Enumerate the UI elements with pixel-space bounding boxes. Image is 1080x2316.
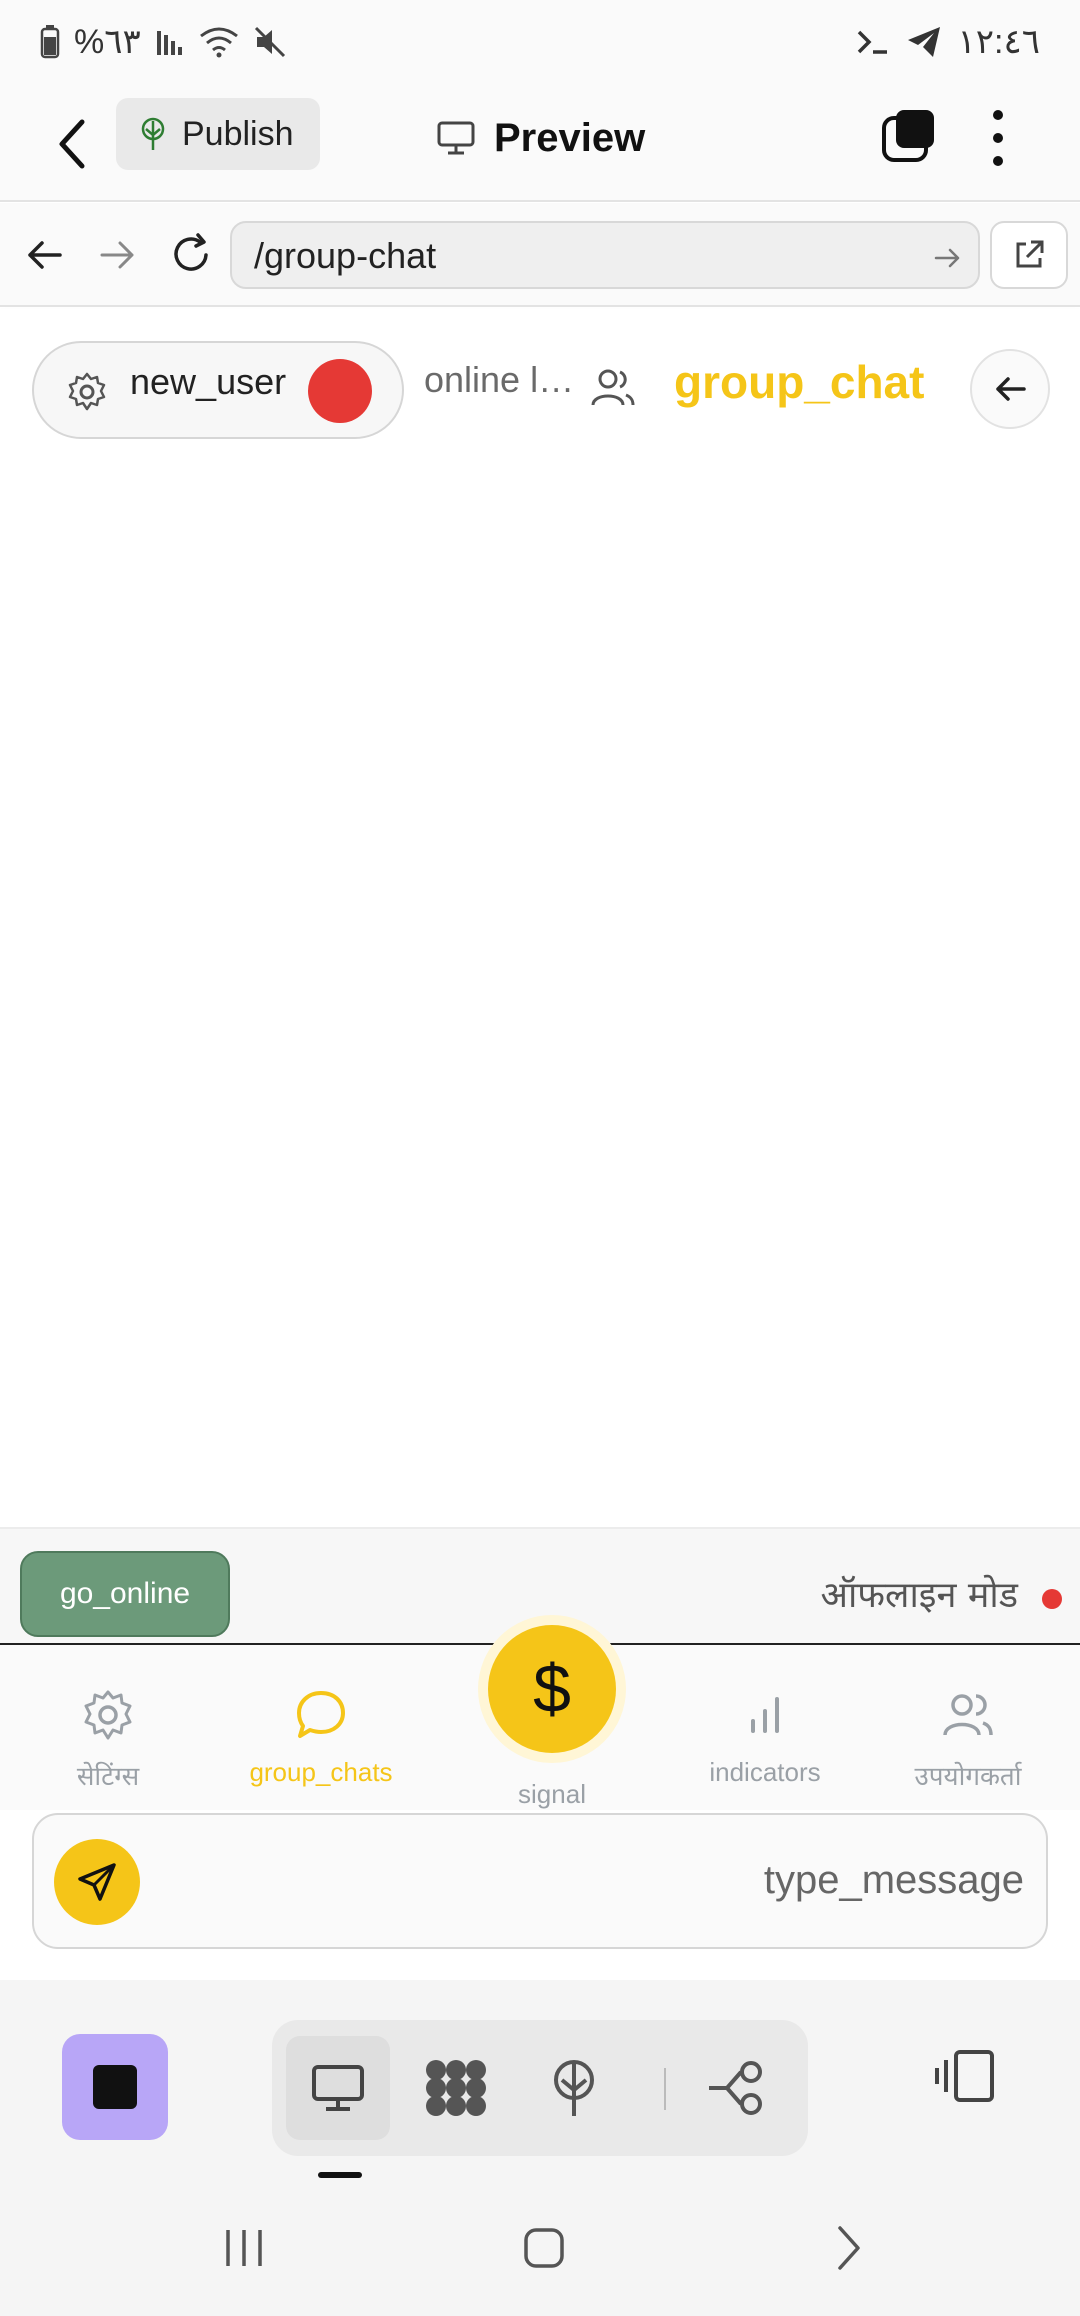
workflow-view-button[interactable]: [686, 2036, 790, 2140]
message-input[interactable]: [164, 1845, 1024, 1915]
wifi-icon: [199, 27, 238, 58]
status-bar: %٦٣ ١٢:٤٦: [0, 0, 1080, 84]
gear-icon[interactable]: [66, 371, 108, 413]
nav-label-group-chats: group_chats: [249, 1757, 393, 1787]
url-field[interactable]: /group-chat: [230, 221, 980, 289]
nav-label-signal: signal: [518, 1779, 586, 1809]
recent-apps-icon: [226, 2230, 262, 2266]
tool-separator: [664, 2068, 666, 2110]
arrow-back-icon: [996, 377, 1026, 401]
preview-label: Preview: [494, 115, 646, 160]
stack-icon[interactable]: [880, 108, 936, 164]
battery-icon: [40, 25, 60, 59]
nav-item-group-chats[interactable]: group_chats: [236, 1645, 406, 1810]
home-button[interactable]: [514, 2218, 574, 2278]
nav-item-users[interactable]: उपयोगकर्ता: [900, 1645, 1036, 1810]
terminal-icon: [857, 30, 887, 54]
gear-icon: [84, 1690, 132, 1740]
nav-item-settings[interactable]: सेटिंग्स: [48, 1645, 168, 1810]
active-view-indicator: [318, 2172, 362, 2178]
monitor-icon: [312, 2065, 364, 2111]
messages-area[interactable]: [0, 473, 1080, 1527]
panel-toggle-icon: [935, 2050, 994, 2102]
stop-icon: [93, 2065, 137, 2109]
more-menu-icon[interactable]: [986, 110, 1010, 166]
nav-label-users: उपयोगकर्ता: [914, 1761, 1022, 1791]
back-chevron-icon: [838, 2226, 860, 2270]
back-button[interactable]: [818, 2218, 878, 2278]
monitor-icon: [437, 121, 475, 155]
publish-view-button[interactable]: [522, 2036, 626, 2140]
offline-mode-label: ऑफलाइन मोड: [820, 1575, 1018, 1616]
url-bar: /group-chat: [0, 203, 1080, 307]
publish-label: Publish: [182, 114, 294, 153]
bar-chart-icon: [751, 1697, 779, 1733]
arrow-back-icon[interactable]: [22, 233, 66, 277]
stop-button[interactable]: [62, 2034, 168, 2140]
url-text: /group-chat: [254, 235, 437, 276]
home-icon: [524, 2228, 564, 2268]
nav-label-indicators: indicators: [709, 1757, 821, 1787]
user-status-dot: [308, 359, 372, 423]
components-view-button[interactable]: [404, 2036, 508, 2140]
app-toolbar: Publish Preview: [0, 84, 1080, 202]
message-composer: [32, 1813, 1048, 1949]
view-tool-group: [272, 2020, 808, 2156]
grid-blob-icon: [426, 2060, 486, 2116]
status-left-group: %٦٣: [40, 20, 287, 64]
preview-title: Preview: [436, 108, 645, 168]
telegram-icon: [907, 27, 940, 57]
go-online-button[interactable]: go_online: [20, 1551, 230, 1637]
nav-label-settings: सेटिंग्स: [76, 1761, 140, 1791]
signal-button[interactable]: $: [478, 1615, 626, 1763]
external-link-icon: [1016, 240, 1044, 268]
offline-status-dot: [1042, 1589, 1062, 1609]
publish-button[interactable]: Publish: [116, 98, 320, 170]
battery-percent: %٦٣: [74, 23, 141, 61]
chat-bubble-icon: [297, 1691, 345, 1738]
username: new_user: [130, 361, 287, 402]
status-right-group: ١٢:٤٦: [856, 20, 1041, 64]
url-go-icon[interactable]: [932, 243, 962, 273]
header-back-button[interactable]: [970, 349, 1050, 429]
editor-toolbar: [0, 1980, 1080, 2180]
publish-tree-icon: [141, 117, 165, 150]
online-users-label: online l…: [424, 359, 575, 400]
open-external-button[interactable]: [990, 221, 1068, 289]
nav-item-indicators[interactable]: indicators: [690, 1645, 840, 1810]
back-chevron-icon[interactable]: [52, 114, 92, 174]
workflow-icon: [709, 2061, 762, 2115]
arrow-forward-icon[interactable]: [96, 233, 140, 277]
preview-view-button[interactable]: [286, 2036, 390, 2140]
user-pill[interactable]: new_user: [32, 341, 404, 439]
status-time: ١٢:٤٦: [957, 23, 1041, 61]
mute-icon: [254, 26, 285, 58]
panel-toggle-button[interactable]: [926, 2036, 1006, 2116]
dollar-icon: $: [488, 1625, 616, 1753]
recent-apps-button[interactable]: [214, 2218, 274, 2278]
chat-title: group_chat: [674, 356, 925, 408]
reload-icon[interactable]: [168, 231, 214, 277]
android-nav-bar: [0, 2180, 1080, 2316]
users-icon: [943, 1694, 993, 1736]
signal-strength-icon: [156, 31, 182, 55]
bottom-nav: सेटिंग्स group_chats $ signal indicators…: [0, 1615, 1080, 1822]
send-button[interactable]: [54, 1839, 140, 1925]
send-icon: [78, 1863, 116, 1901]
chat-header: new_user online l… group_chat: [0, 309, 1080, 473]
users-icon: [591, 369, 635, 406]
publish-tree-icon: [554, 2060, 594, 2116]
